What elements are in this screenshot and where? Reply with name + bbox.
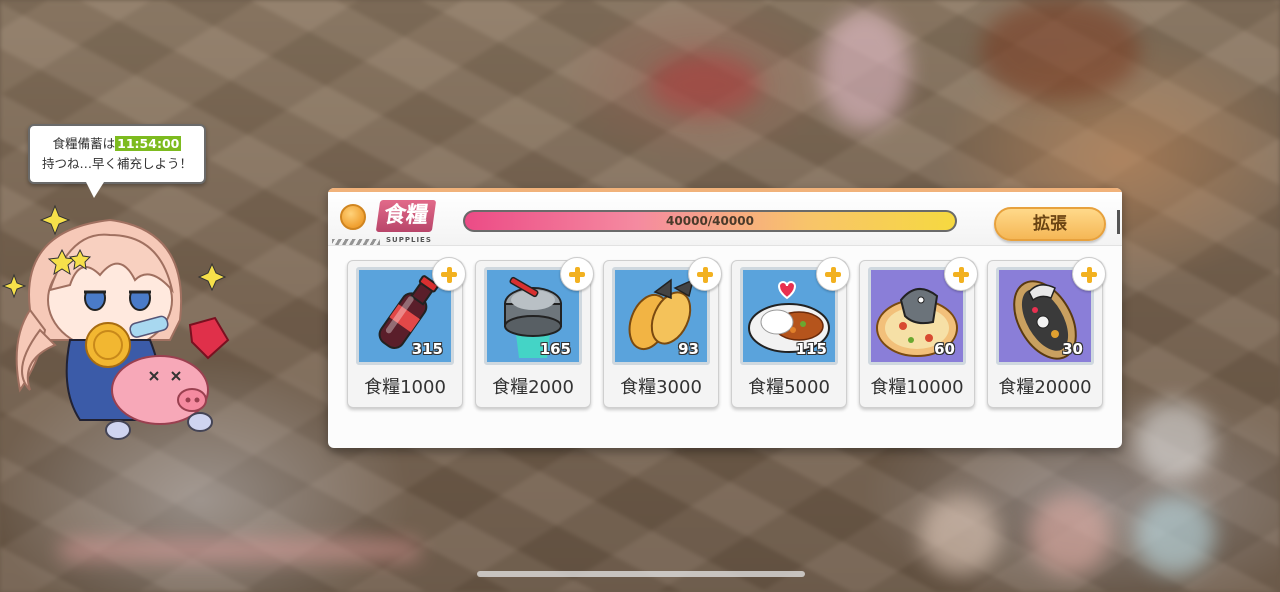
- item-count: 30: [1062, 340, 1083, 358]
- background-button-blob: [1030, 495, 1110, 575]
- item-label: 食糧5000: [748, 377, 830, 398]
- background-gauge-blob: [60, 540, 420, 560]
- panel-subtitle: SUPPLIES: [386, 236, 432, 244]
- coin-icon: [340, 204, 366, 230]
- supply-item[interactable]: 315 食糧1000: [347, 257, 466, 408]
- supplies-progress-bar: 40000/40000: [463, 210, 957, 232]
- item-count: 165: [539, 340, 571, 358]
- supply-item[interactable]: 30 食糧20000: [987, 257, 1106, 408]
- supply-item[interactable]: 60 食糧10000: [859, 257, 978, 408]
- supply-items-row: 315 食糧1000 165 食糧2000 93 食糧3000 115 食糧50…: [347, 257, 1107, 410]
- add-button[interactable]: [1072, 257, 1106, 291]
- item-label: 食糧10000: [870, 377, 964, 398]
- item-count: 93: [678, 340, 699, 358]
- remaining-time: 11:54:00: [115, 136, 182, 151]
- item-label: 食糧2000: [492, 377, 574, 398]
- progress-text: 40000/40000: [666, 214, 754, 228]
- panel-edge-marker: [1117, 210, 1120, 234]
- sparkle-icon: [1, 273, 27, 299]
- supplies-panel: 食糧 SUPPLIES 40000/40000 拡張 315 食糧1000 16…: [328, 188, 1122, 448]
- item-count: 115: [795, 340, 827, 358]
- home-indicator[interactable]: [477, 571, 805, 577]
- supply-item[interactable]: 165 食糧2000: [475, 257, 594, 408]
- background-button-blob: [920, 495, 1000, 575]
- background-furniture-blob: [650, 55, 760, 115]
- expand-button[interactable]: 拡張: [994, 207, 1106, 241]
- supply-item[interactable]: 93 食糧3000: [603, 257, 722, 408]
- add-button[interactable]: [688, 257, 722, 291]
- speech-line-1: 食糧備蓄は 11:54:00: [30, 134, 204, 154]
- item-label: 食糧3000: [620, 377, 702, 398]
- header-stripes-decoration: [332, 239, 380, 245]
- add-button[interactable]: [432, 257, 466, 291]
- item-label: 食糧1000: [364, 377, 446, 398]
- sparkle-icon: [197, 262, 227, 292]
- add-button[interactable]: [944, 257, 978, 291]
- sparkle-icon: [39, 204, 71, 236]
- item-label: 食糧20000: [998, 377, 1092, 398]
- item-count: 315: [411, 340, 443, 358]
- background-button-blob: [1135, 495, 1215, 575]
- add-button[interactable]: [560, 257, 594, 291]
- speech-text: 食糧備蓄は: [52, 136, 116, 151]
- supply-item[interactable]: 115 食糧5000: [731, 257, 850, 408]
- panel-title: 食糧: [375, 200, 437, 232]
- background-shelf-blob: [980, 0, 1140, 100]
- speech-bubble: 食糧備蓄は 11:54:00 持つね…早く補充しよう！: [28, 124, 206, 184]
- add-button[interactable]: [816, 257, 850, 291]
- background-character-blob: [820, 10, 910, 130]
- background-button-blob: [1135, 400, 1215, 480]
- mascot-character[interactable]: [0, 190, 240, 460]
- panel-header: 食糧 SUPPLIES 40000/40000 拡張: [328, 188, 1122, 246]
- progress-track: 40000/40000: [465, 212, 955, 230]
- speech-line-2: 持つね…早く補充しよう！: [41, 156, 192, 171]
- item-count: 60: [934, 340, 955, 358]
